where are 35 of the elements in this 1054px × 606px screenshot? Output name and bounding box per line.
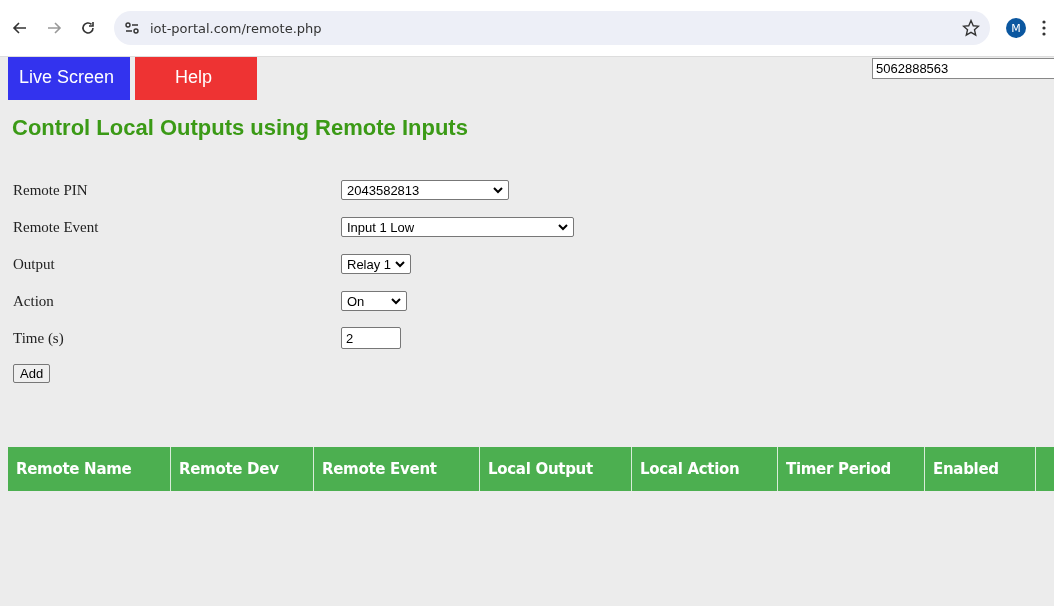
field-label: Action [13, 292, 55, 310]
field-label: Time (s) [13, 329, 65, 347]
back-icon[interactable] [12, 20, 28, 36]
field-label: Remote PIN [13, 181, 89, 199]
phone-field[interactable]: 5062888563 [872, 58, 1054, 79]
field-label: Output [13, 255, 56, 273]
nav-link[interactable]: Live Screen [8, 57, 130, 100]
chevron-down-icon [391, 297, 401, 305]
nav-link[interactable]: Help [135, 57, 257, 100]
site-settings-icon[interactable] [124, 21, 140, 35]
chevron-down-icon [558, 223, 568, 231]
reload-icon[interactable] [80, 20, 96, 36]
column-header: Remote Dev [179, 460, 279, 478]
column-header: Remote Name [16, 460, 132, 478]
field-label: Remote Event [13, 218, 100, 236]
profile-avatar[interactable]: M [1006, 18, 1026, 38]
dropdown[interactable]: On [341, 291, 407, 311]
menu-icon[interactable] [1042, 20, 1046, 36]
forward-icon[interactable] [46, 20, 62, 36]
dropdown[interactable]: Relay 1 [341, 254, 411, 274]
star-icon[interactable] [962, 19, 980, 37]
column-header: Enabled [933, 460, 999, 478]
input-field[interactable]: 2 [341, 327, 401, 349]
chevron-down-icon [395, 260, 405, 268]
add-button[interactable]: Add [13, 364, 51, 383]
dropdown[interactable]: Input 1 Low [341, 217, 574, 237]
dropdown[interactable]: 2043582813 [341, 180, 509, 200]
url-text: iot-portal.com/remote.php [150, 20, 323, 36]
chevron-down-icon [493, 186, 503, 194]
column-header: Timer Period [786, 460, 891, 478]
address-bar[interactable]: iot-portal.com/remote.php [114, 11, 990, 45]
column-header: Local Action [640, 460, 740, 478]
column-header: Local Output [488, 460, 593, 478]
page-title: Control Local Outputs using Remote Inputs [12, 115, 469, 141]
column-header: Remote Event [322, 460, 437, 478]
